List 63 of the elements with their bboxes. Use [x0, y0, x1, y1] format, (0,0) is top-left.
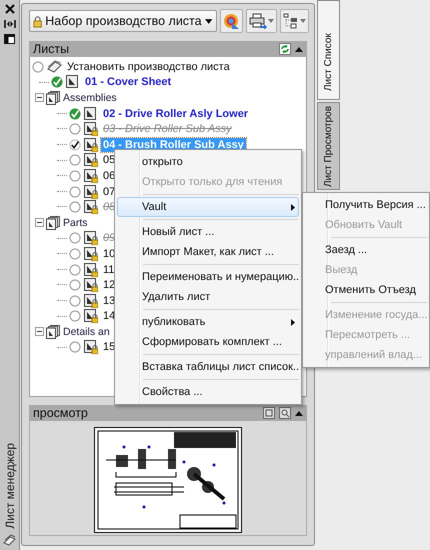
dropdown-caret-icon [204, 18, 212, 24]
sheet-group-icon [46, 90, 61, 105]
collapse-node-icon[interactable] [35, 218, 44, 228]
collapse-icon[interactable] [295, 410, 303, 416]
collapse-icon[interactable] [295, 46, 303, 52]
sheet-set-icon [3, 534, 16, 546]
status-circle-icon[interactable] [69, 248, 81, 260]
lock-icon [33, 14, 42, 28]
panel-title: Листы [33, 42, 70, 56]
tree-item[interactable]: Details an [63, 324, 110, 339]
caret-icon [300, 19, 306, 23]
panel-title: просмотр [33, 406, 89, 420]
status-circle-icon[interactable] [69, 232, 81, 244]
status-circle-icon[interactable] [69, 310, 81, 322]
menu-item[interactable]: Заезд ... [305, 240, 427, 260]
side-tab[interactable]: Лист Список [317, 0, 340, 100]
refresh-icon[interactable] [279, 43, 291, 55]
tree-item[interactable]: Parts [63, 216, 88, 230]
status-circle-icon[interactable] [69, 186, 81, 198]
sheet-group-icon [46, 216, 61, 230]
collapse-node-icon[interactable] [35, 93, 44, 102]
menu-item[interactable]: Сформировать комплект ... [117, 332, 299, 352]
status-circle-icon[interactable] [69, 341, 81, 354]
side-tab[interactable]: Лист Просмотров [317, 102, 340, 190]
menu-item[interactable]: Вставка таблицы лист список.. [117, 357, 299, 377]
sheet-set-dropdown[interactable]: Набор производство листа [29, 10, 217, 32]
status-circle-icon[interactable] [69, 279, 81, 292]
sheet-set-icon [47, 60, 62, 74]
panel-side-label: Лист менеджер [2, 443, 16, 529]
menu-item[interactable]: Удалить лист [117, 287, 299, 307]
tree-item[interactable]: 11 [101, 262, 116, 277]
properties-icon[interactable] [4, 34, 15, 44]
tree-item[interactable]: 07 [101, 184, 118, 199]
printer-icon [249, 13, 267, 29]
menu-item[interactable]: Новый лист ... [117, 222, 299, 242]
preview-icon[interactable] [263, 407, 275, 419]
status-circle-icon[interactable] [69, 170, 81, 182]
tree-item[interactable]: 02 - Drive Roller Asly Lower [101, 106, 250, 121]
status-circle-icon[interactable] [69, 294, 81, 307]
collapse-node-icon[interactable] [35, 327, 44, 336]
caret-icon [268, 19, 274, 23]
menu-item[interactable]: открыто [117, 152, 299, 172]
status-circle-icon[interactable] [69, 264, 81, 276]
status-circle-icon[interactable] [69, 201, 81, 214]
checkmark-icon[interactable] [69, 138, 81, 151]
tree-list-icon [283, 13, 299, 29]
menu-item[interactable]: Vault [117, 197, 299, 217]
menu-item[interactable]: публиковать [117, 312, 299, 332]
plot-button[interactable] [247, 11, 276, 31]
tree-item[interactable]: Установить производство листа [65, 60, 232, 74]
menu-item[interactable]: Импорт Макет, как лист ... [117, 242, 299, 262]
details-icon[interactable] [279, 407, 291, 419]
close-icon[interactable] [4, 4, 14, 14]
status-circle-icon[interactable] [32, 60, 44, 73]
tree-item[interactable]: 01 - Cover Sheet [83, 75, 174, 90]
tree-item[interactable]: Assemblies [63, 90, 117, 105]
menu-item[interactable]: Переименовать и нумерацию.. [117, 267, 299, 287]
menu-item[interactable]: Отменить Отъезд [305, 280, 427, 300]
sheet-group-icon [46, 324, 61, 339]
auto-hide-icon[interactable] [4, 19, 16, 29]
menu-item[interactable]: Свойства ... [117, 382, 299, 402]
menu-item[interactable]: Получить Версия ... [305, 195, 427, 215]
model-view-button[interactable] [281, 11, 308, 31]
